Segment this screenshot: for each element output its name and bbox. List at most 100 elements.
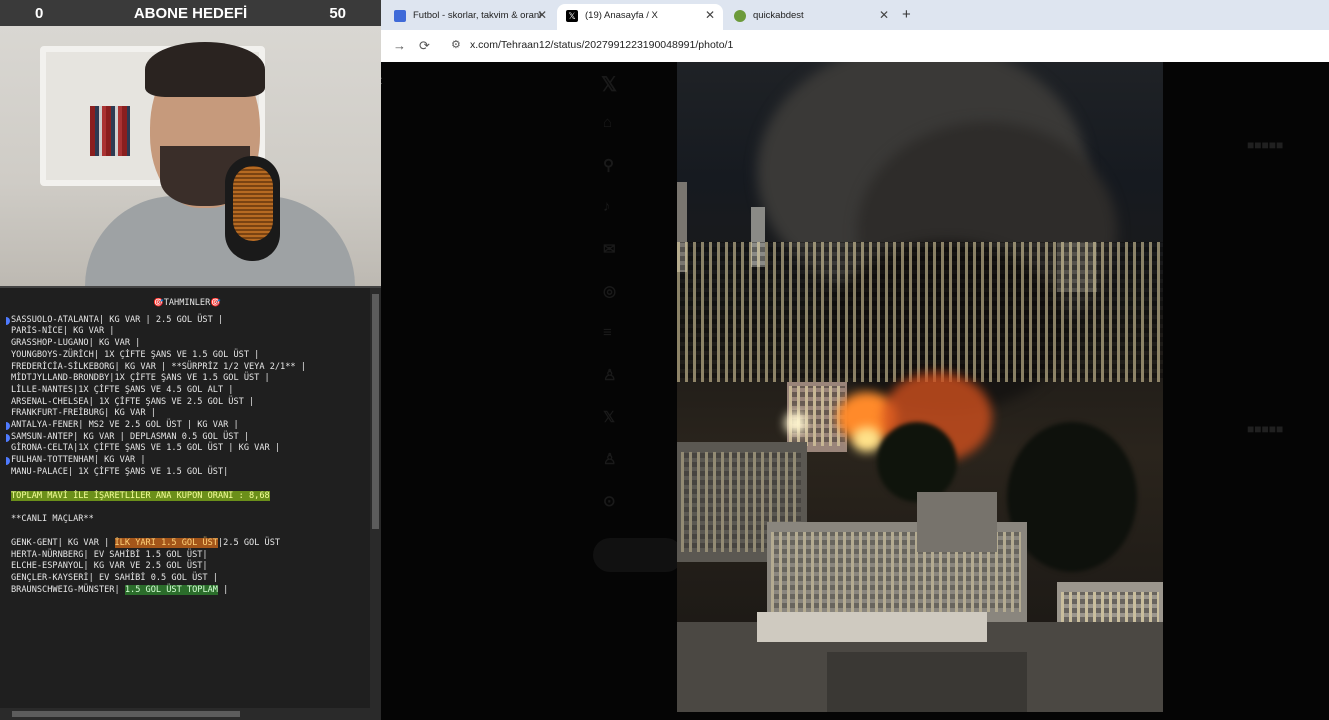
prediction-line: GİRONA-CELTA|1X ÇİFTE ŞANS VE 1.5 GOL ÜS… <box>6 443 368 455</box>
notes-title: 🎯TAHMİNLER🎯 <box>6 298 368 310</box>
live-match-line: GENK-GENT| KG VAR | İLK YARI 1.5 GOL ÜST… <box>6 537 368 550</box>
predictions-notepad: 🎯TAHMİNLER🎯 SASSUOLO-ATALANTA| KG VAR | … <box>0 286 381 720</box>
flashscore-icon <box>394 10 406 22</box>
reload-icon[interactable]: ⟳ <box>419 38 430 54</box>
target-icon: 🎯 <box>210 298 221 308</box>
prediction-list: SASSUOLO-ATALANTA| KG VAR | 2.5 GOL ÜST … <box>6 315 368 479</box>
prediction-line: SASSUOLO-ATALANTA| KG VAR | 2.5 GOL ÜST … <box>6 315 368 327</box>
notepad-text[interactable]: 🎯TAHMİNLER🎯 SASSUOLO-ATALANTA| KG VAR | … <box>6 298 368 698</box>
more-icon: ⊙ <box>603 493 616 510</box>
tab-label: quickabdest <box>753 10 804 21</box>
live-header: **CANLI MAÇLAR** <box>11 514 94 525</box>
prediction-line: FULHAN-TOTTENHAM| KG VAR | <box>6 455 368 467</box>
prediction-line: FRANKFURT-FREİBURG| KG VAR | <box>6 408 368 420</box>
prediction-text: ANTALYA-FENER| MS2 VE 2.5 GOL ÜST | KG V… <box>11 420 239 431</box>
prediction-line: GRASSHOP-LUGANO| KG VAR | <box>6 338 368 350</box>
live-match-line: HERTA-NÜRNBERG| EV SAHİBİ 1.5 GOL ÜST| <box>6 550 368 562</box>
subscriber-goal-bar: 0 ABONE HEDEFİ 50 <box>0 0 381 26</box>
frog-icon <box>734 10 746 22</box>
photo-viewer: 𝕏 ⌂ ⚲ ♪ ✉ ◎ ≡ ♙ 𝕏 ♙ ⊙ ‹ <box>381 62 1329 720</box>
blue-marker-dot <box>6 316 10 325</box>
prediction-text: SAMSUN-ANTEP| KG VAR | DEPLASMAN 0.5 GOL… <box>11 431 249 442</box>
live-match-line: GENÇLER-KAYSERİ| EV SAHİBİ 0.5 GOL ÜST | <box>6 573 368 585</box>
prediction-text: YOUNGBOYS-ZÜRİCH| 1X ÇİFTE ŞANS VE 1.5 G… <box>11 349 260 360</box>
new-tab-button[interactable]: + <box>902 6 911 23</box>
goal-label: ABONE HEDEFİ <box>133 5 248 22</box>
blue-marker-dot <box>6 422 10 431</box>
prediction-text: LİLLE-NANTES|1X ÇİFTE ŞANS VE 4.5 GOL AL… <box>11 384 234 395</box>
search-icon: ⚲ <box>603 157 614 174</box>
live-match-text: | <box>217 584 229 595</box>
tab-strip: Futbol - skorlar, takvim & oranl ✕ 𝕏 (19… <box>381 0 1329 30</box>
target-icon: 🎯 <box>153 298 164 308</box>
grok-icon: ◎ <box>603 283 617 300</box>
scroll-thumb[interactable] <box>12 711 240 717</box>
x-logo-icon: 𝕏 <box>566 10 578 22</box>
prediction-line: MİDTJYLLAND-BRONDBY|1X ÇİFTE ŞANS VE 1.5… <box>6 373 368 385</box>
prediction-text: PARİS-NİCE| KG VAR | <box>11 326 115 337</box>
prediction-line: LİLLE-NANTES|1X ÇİFTE ŞANS VE 4.5 GOL AL… <box>6 385 368 397</box>
highlighted-bet: 1.5 GOL ÜST TOPLAM <box>124 584 218 595</box>
live-match-text: GENK-GENT| KG VAR | <box>11 537 110 548</box>
premium-icon: 𝕏 <box>603 409 616 426</box>
live-match-line: ELCHE-ESPANYOL| KG VAR VE 2.5 GOL ÜST| <box>6 561 368 573</box>
prediction-text: FREDERİCİA-SİLKEBORG| KG VAR | **SÜRPRİZ… <box>11 361 306 372</box>
streamer-body <box>85 196 355 286</box>
prediction-text: ARSENAL-CHELSEA| 1X ÇİFTE ŞANS VE 2.5 GO… <box>11 396 255 407</box>
prediction-text: MİDTJYLLAND-BRONDBY|1X ÇİFTE ŞANS VE 1.5… <box>11 373 270 384</box>
tab-x-home[interactable]: 𝕏 (19) Anasayfa / X ✕ <box>557 4 723 30</box>
live-match-list: GENK-GENT| KG VAR | İLK YARI 1.5 GOL ÜST… <box>6 537 368 597</box>
prediction-text: GİRONA-CELTA|1X ÇİFTE ŞANS VE 1.5 GOL ÜS… <box>11 443 281 454</box>
close-icon[interactable]: ✕ <box>879 8 889 22</box>
prediction-text: FULHAN-TOTTENHAM| KG VAR | <box>11 455 146 466</box>
bell-icon: ♪ <box>603 198 611 215</box>
tweet-photo[interactable] <box>677 62 1163 712</box>
close-icon[interactable]: ✕ <box>537 8 547 22</box>
live-match-text: HERTA-NÜRNBERG| EV SAHİBİ 1.5 GOL ÜST| <box>11 549 208 560</box>
post-button-ghost <box>593 538 683 572</box>
prediction-text: SASSUOLO-ATALANTA| KG VAR | 2.5 GOL ÜST … <box>11 314 224 325</box>
live-match-text: ELCHE-ESPANYOL| KG VAR VE 2.5 GOL ÜST| <box>11 561 208 572</box>
streamer-hair <box>145 42 265 97</box>
url-field[interactable]: x.com/Tehraan12/status/20279912231900489… <box>470 39 733 51</box>
prediction-line: YOUNGBOYS-ZÜRİCH| 1X ÇİFTE ŞANS VE 1.5 G… <box>6 350 368 362</box>
tab-flashscore[interactable]: Futbol - skorlar, takvim & oranl ✕ <box>385 4 555 30</box>
notepad-vertical-scrollbar[interactable] <box>370 288 381 710</box>
screen: 0 ABONE HEDEFİ 50 🎯TAHMİNLER🎯 SASSUOLO-A… <box>0 0 1329 720</box>
blue-marker-dot <box>6 433 10 442</box>
live-match-text: BRAUNSCHWEIG-MÜNSTER| <box>11 584 120 595</box>
coupon-odds-line: TOPLAM MAVİ İLE İŞARETLİLER ANA KUPON OR… <box>6 490 368 503</box>
home-icon: ⌂ <box>603 114 613 131</box>
prediction-text: MANU-PALACE| 1X ÇİFTE ŞANS VE 1.5 GOL ÜS… <box>11 466 229 477</box>
microphone-grill <box>233 166 273 241</box>
profile-icon: ♙ <box>603 367 617 384</box>
blue-marker-dot <box>6 457 10 466</box>
notepad-horizontal-scrollbar[interactable] <box>0 708 381 720</box>
tab-label: (19) Anasayfa / X <box>585 10 658 21</box>
scroll-thumb[interactable] <box>372 294 379 529</box>
address-bar: → ⟳ ⚙ x.com/Tehraan12/status/20279912231… <box>381 30 1329 62</box>
list-icon: ≡ <box>603 324 612 341</box>
x-logo-icon: 𝕏 <box>601 74 618 96</box>
goal-target: 50 <box>329 5 346 22</box>
prediction-text: GRASSHOP-LUGANO| KG VAR | <box>11 338 141 349</box>
close-icon[interactable]: ✕ <box>705 8 715 22</box>
site-info-icon[interactable]: ⚙ <box>451 38 461 51</box>
back-arrow-icon[interactable]: ‹ <box>381 72 382 90</box>
live-match-text: |2.5 GOL ÜST <box>217 537 281 548</box>
prediction-line: SAMSUN-ANTEP| KG VAR | DEPLASMAN 0.5 GOL… <box>6 432 368 444</box>
live-match-text: GENÇLER-KAYSERİ| EV SAHİBİ 0.5 GOL ÜST | <box>11 573 218 584</box>
notes-title-text: TAHMİNLER <box>163 298 211 308</box>
trends-heading-ghost: ■■■■■ <box>1247 138 1284 152</box>
browser-window: Futbol - skorlar, takvim & oranl ✕ 𝕏 (19… <box>381 0 1329 720</box>
prediction-line: MANU-PALACE| 1X ÇİFTE ŞANS VE 1.5 GOL ÜS… <box>6 467 368 479</box>
prediction-line: FREDERİCİA-SİLKEBORG| KG VAR | **SÜRPRİZ… <box>6 362 368 374</box>
prediction-text: FRANKFURT-FREİBURG| KG VAR | <box>11 408 156 419</box>
coupon-odds: TOPLAM MAVİ İLE İŞARETLİLER ANA KUPON OR… <box>11 490 270 501</box>
prediction-line: ARSENAL-CHELSEA| 1X ÇİFTE ŞANS VE 2.5 GO… <box>6 397 368 409</box>
mail-icon: ✉ <box>603 241 616 258</box>
tab-quickabdest[interactable]: quickabdest ✕ <box>725 4 897 30</box>
highlighted-bet: İLK YARI 1.5 GOL ÜST <box>114 537 218 548</box>
forward-arrow-icon[interactable]: → <box>393 38 406 53</box>
user-icon: ♙ <box>603 451 617 468</box>
